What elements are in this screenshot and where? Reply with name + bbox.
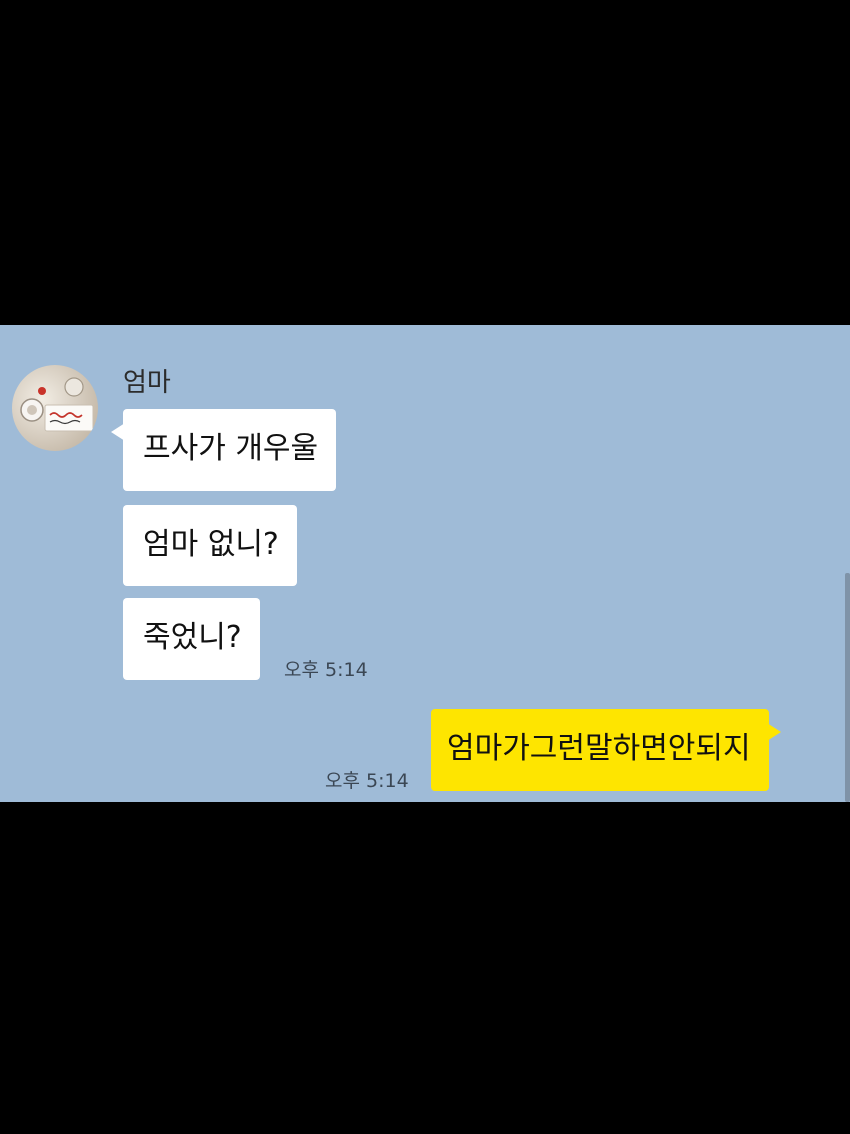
chat-scrollbar[interactable] — [845, 573, 850, 802]
incoming-timestamp: 오후 5:14 — [284, 659, 368, 681]
incoming-message-bubble[interactable]: 프사가 개우울 — [110, 409, 337, 491]
incoming-message-bubble[interactable]: 죽었니? — [123, 598, 260, 680]
message-text: 엄마 없니? — [143, 527, 279, 562]
chat-panel: 엄마 프사가 개우울 엄마 없니? 죽었니? 오후 5:14 오후 5:14 엄… — [0, 325, 850, 802]
message-text: 죽었니? — [143, 620, 242, 655]
outgoing-message-bubble[interactable]: 엄마가그런말하면안되지 — [431, 709, 781, 791]
sender-name: 엄마 — [123, 368, 171, 398]
message-text: 프사가 개우울 — [143, 431, 319, 466]
incoming-message-bubble[interactable]: 엄마 없니? — [123, 505, 297, 586]
profile-photo-icon — [20, 377, 94, 432]
message-text: 엄마가그런말하면안되지 — [447, 731, 751, 766]
outgoing-timestamp: 오후 5:14 — [325, 770, 409, 792]
sender-avatar[interactable] — [12, 365, 98, 451]
